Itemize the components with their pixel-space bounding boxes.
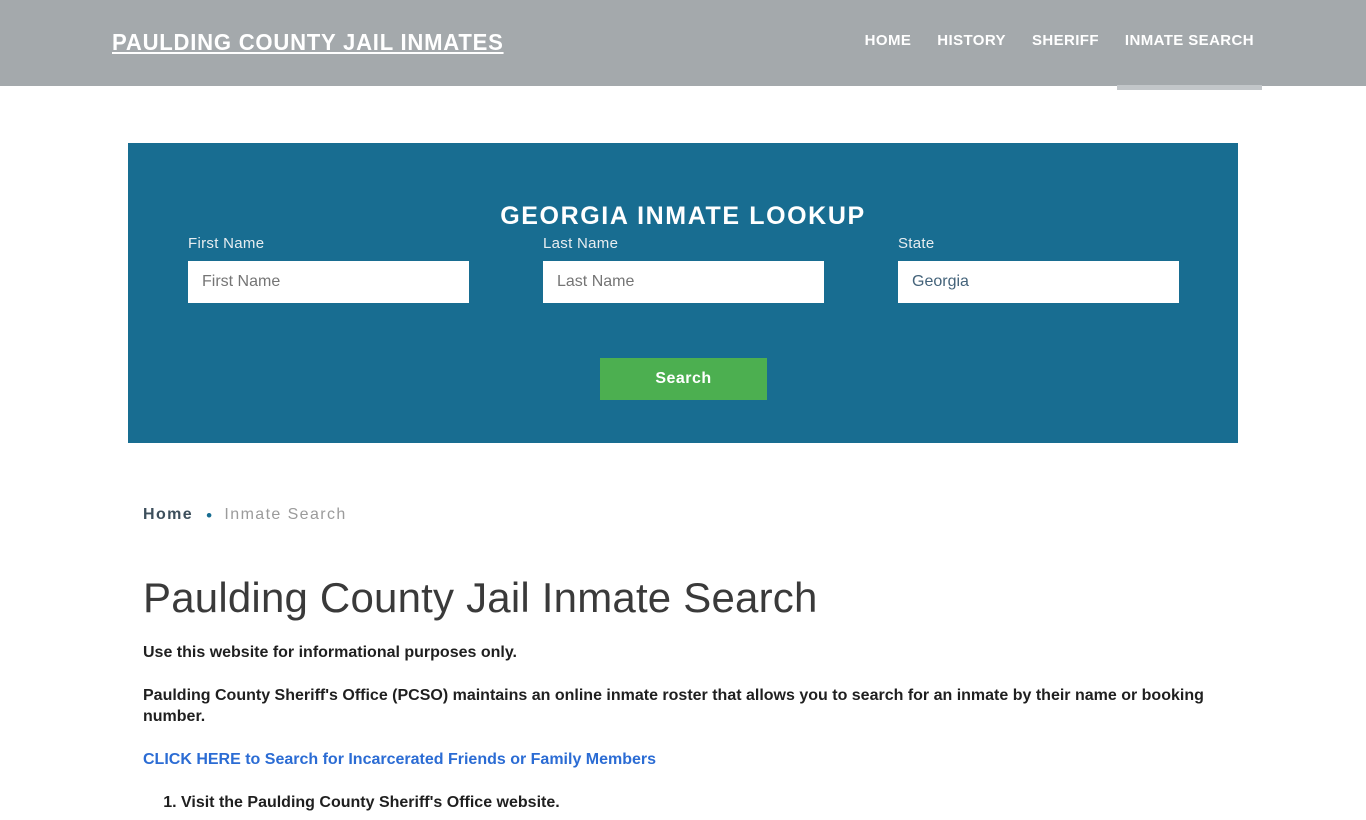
nav-item-home[interactable]: HOME (865, 32, 912, 49)
intro-paragraph: Use this website for informational purpo… (143, 644, 517, 662)
article-content: Paulding County Jail Inmate Search Use t… (143, 574, 1223, 820)
site-logo[interactable]: PAULDING COUNTY JAIL INMATES (112, 29, 504, 56)
steps-list: Visit the Paulding County Sheriff's Offi… (143, 792, 1223, 814)
site-header: PAULDING COUNTY JAIL INMATES HOME HISTOR… (0, 0, 1366, 90)
last-name-label: Last Name (543, 235, 619, 252)
state-select[interactable]: Georgia (898, 261, 1179, 303)
page-title: Paulding County Jail Inmate Search (143, 574, 818, 621)
list-item: Visit the Paulding County Sheriff's Offi… (181, 792, 1223, 814)
breadcrumb-home-link[interactable]: Home (143, 506, 193, 524)
incarcerated-search-link[interactable]: CLICK HERE to Search for Incarcerated Fr… (143, 750, 1223, 771)
first-name-input[interactable] (188, 261, 469, 303)
main-navigation: HOME HISTORY SHERIFF INMATE SEARCH (865, 32, 1263, 90)
state-label: State (898, 235, 935, 252)
first-name-field-group: First Name (188, 235, 469, 303)
roster-paragraph: Paulding County Sheriff's Office (PCSO) … (143, 686, 1204, 725)
lookup-panel-title: GEORGIA INMATE LOOKUP (500, 201, 866, 230)
breadcrumb-separator-icon: • (206, 505, 214, 525)
last-name-field-group: Last Name (543, 235, 824, 303)
first-name-label: First Name (188, 235, 265, 252)
state-field-group: State Georgia (898, 235, 1179, 303)
last-name-input[interactable] (543, 261, 824, 303)
nav-item-history[interactable]: HISTORY (937, 32, 1006, 49)
nav-item-sheriff[interactable]: SHERIFF (1032, 32, 1099, 49)
nav-item-inmate-search[interactable]: INMATE SEARCH (1116, 32, 1263, 90)
breadcrumb-current: Inmate Search (224, 506, 347, 523)
search-button[interactable]: Search (600, 358, 767, 400)
breadcrumb: Home • Inmate Search (143, 506, 347, 524)
inmate-lookup-panel: GEORGIA INMATE LOOKUP First Name Last Na… (128, 143, 1238, 443)
